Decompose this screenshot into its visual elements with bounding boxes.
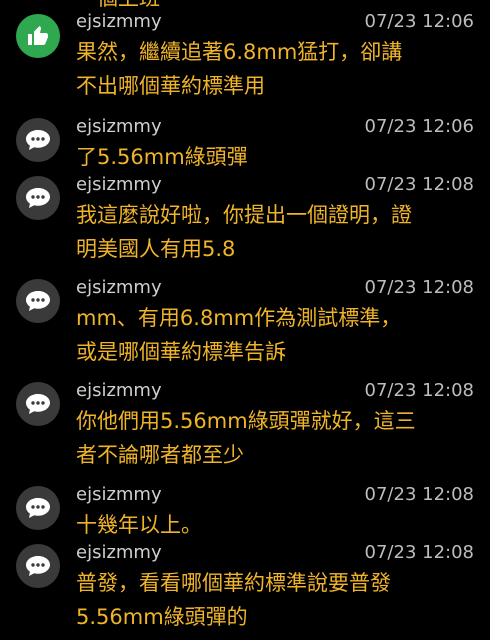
comment-line: 者不論哪者都至少 [76,443,244,467]
comment-timestamp: 07/23 12:06 [364,11,474,32]
comment-line: 果然，繼續追著6.8mm猛打，卻講 [76,40,403,64]
comment-timestamp: 07/23 12:08 [364,484,474,505]
chat-bubble-icon [16,486,60,530]
comment-line: 不出哪個華約標準用 [76,74,265,98]
comment-text: 普發，看看哪個華約標準說要普發 5.56mm綠頭彈的 [76,566,476,634]
comment-username: ejsizmmy [76,484,162,505]
comment-line: mm、有用6.8mm作為測試標準， [76,306,402,330]
comment-text: 你他們用5.56mm綠頭彈就好，這三 者不論哪者都至少 [76,404,476,472]
comment-text: mm、有用6.8mm作為測試標準， 或是哪個華約標準告訴 [76,301,476,369]
chat-bubble-icon [16,118,60,162]
comment-timestamp: 07/23 12:08 [364,174,474,195]
thumbs-up-icon [16,14,60,58]
chat-bubble-icon [16,176,60,220]
comment-timestamp: 07/23 12:08 [364,542,474,563]
comment-line: 了5.56mm綠頭彈 [76,145,248,169]
comment-line: 5.56mm綠頭彈的 [76,605,248,629]
comment-username: ejsizmmy [76,116,162,137]
comment-line: 普發，看看哪個華約標準說要普發 [76,571,391,595]
comment-timestamp: 07/23 12:08 [364,277,474,298]
previous-comment-fragment: 一個上班 [76,0,160,10]
comment-timestamp: 07/23 12:08 [364,380,474,401]
comment-username: ejsizmmy [76,380,162,401]
comment-text: 了5.56mm綠頭彈 [76,140,476,174]
chat-bubble-icon [16,544,60,588]
comment-line: 我這麼說好啦，你提出一個證明，證 [76,203,412,227]
comment-line: 明美國人有用5.8 [76,237,236,261]
comment-username: ejsizmmy [76,277,162,298]
comment-text: 果然，繼續追著6.8mm猛打，卻講 不出哪個華約標準用 [76,35,476,103]
comment-timestamp: 07/23 12:06 [364,116,474,137]
comment-line: 你他們用5.56mm綠頭彈就好，這三 [76,409,416,433]
chat-bubble-icon [16,279,60,323]
comment-line: 十幾年以上。 [76,513,202,537]
comment-username: ejsizmmy [76,542,162,563]
comment-text: 十幾年以上。 [76,508,476,542]
comment-username: ejsizmmy [76,11,162,32]
chat-bubble-icon [16,382,60,426]
comment-text: 我這麼說好啦，你提出一個證明，證 明美國人有用5.8 [76,198,476,266]
comment-line: 或是哪個華約標準告訴 [76,340,286,364]
comment-username: ejsizmmy [76,174,162,195]
